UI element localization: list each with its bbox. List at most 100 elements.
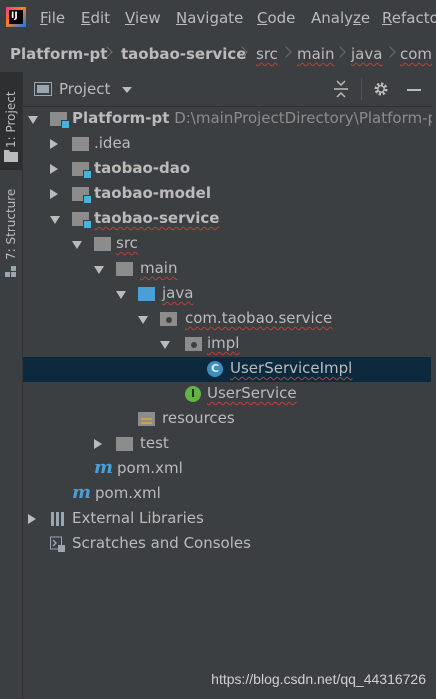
tab-project[interactable]: 1: Project (0, 72, 22, 170)
tree-label-scratches: Scratches and Consoles (72, 534, 251, 552)
module-badge-icon (83, 195, 92, 204)
menu-file[interactable]: File (40, 9, 65, 27)
tree-row-root-pom[interactable]: m pom.xml (23, 482, 431, 507)
tab-structure-label: 7: Structure (4, 188, 18, 260)
expand-arrow-down-icon[interactable] (138, 316, 148, 324)
breadcrumb-main[interactable]: main (297, 45, 334, 63)
tree-row-scratches[interactable]: Scratches and Consoles (23, 532, 431, 557)
tree-row-src[interactable]: src (23, 232, 431, 257)
chevron-down-icon[interactable] (122, 87, 132, 93)
package-dot-icon (191, 342, 197, 348)
menu-analyze[interactable]: Analyze (311, 9, 370, 27)
tree-row-model[interactable]: taobao-model (23, 182, 431, 207)
minimize-icon[interactable] (407, 89, 421, 91)
breadcrumb-module[interactable]: taobao-service (121, 45, 246, 63)
tree-row-impl[interactable]: impl (23, 332, 431, 357)
menu-bar: IJ File Edit View Navigate Code Analyze … (0, 0, 436, 36)
navigation-bar: Platform-pt taobao-service src main java… (0, 36, 436, 73)
chevron-right-icon (280, 46, 292, 58)
tree-label-service: taobao-service (94, 209, 220, 227)
tree-row-main[interactable]: main (23, 257, 431, 282)
expand-arrow-right-icon[interactable] (94, 439, 102, 449)
module-badge-icon (83, 220, 92, 229)
package-dot-icon (166, 317, 172, 323)
class-icon: C (207, 361, 223, 377)
expand-arrow-down-icon[interactable] (160, 341, 170, 349)
tree-label-dao: taobao-dao (94, 159, 191, 177)
maven-icon: m (94, 457, 114, 478)
library-icon (51, 512, 67, 526)
tree-label-user-service: UserService (207, 384, 297, 402)
breadcrumb-com[interactable]: com (400, 45, 432, 63)
tree-row-user-service[interactable]: I UserService (23, 382, 431, 407)
expand-arrow-down-icon[interactable] (72, 241, 82, 249)
intellij-logo-icon: IJ (6, 7, 26, 27)
menu-view[interactable]: View (125, 9, 161, 27)
expand-arrow-right-icon[interactable] (50, 189, 58, 199)
expand-arrow-right-icon[interactable] (28, 514, 36, 524)
tree-label-test: test (140, 434, 169, 452)
tree-row-service[interactable]: taobao-service (23, 207, 431, 232)
expand-arrow-down-icon[interactable] (116, 291, 126, 299)
chevron-right-icon (334, 46, 346, 58)
breadcrumb-src[interactable]: src (256, 45, 278, 63)
tree-label-main: main (140, 259, 178, 277)
tree-label-root-pom: pom.xml (95, 484, 161, 502)
interface-icon: I (185, 386, 201, 402)
menu-refactor[interactable]: Refactor (382, 9, 436, 27)
tree-row-root[interactable]: Platform-pt D:\mainProjectDirectory\Plat… (23, 107, 436, 132)
project-view-icon (34, 82, 52, 96)
source-root-folder-icon (138, 287, 155, 301)
tree-row-external-libraries[interactable]: External Libraries (23, 507, 431, 532)
tree-label-user-service-impl: UserServiceImpl (230, 359, 353, 377)
tab-project-label: 1: Project (4, 91, 18, 148)
tree-label-java: java (162, 284, 194, 302)
gear-icon[interactable] (373, 81, 389, 97)
tree-label-impl: impl (207, 334, 240, 352)
expand-arrow-down-icon[interactable] (94, 266, 104, 274)
menu-navigate[interactable]: Navigate (176, 9, 243, 27)
tree-label-service-pom: pom.xml (117, 459, 183, 477)
root-project-path: D:\mainProjectDirectory\Platform-pt (174, 109, 436, 127)
expand-arrow-right-icon[interactable] (50, 139, 58, 149)
expand-arrow-right-icon[interactable] (50, 164, 58, 174)
resources-bars-icon (141, 418, 152, 424)
menu-edit[interactable]: Edit (81, 9, 110, 27)
scratches-icon (50, 536, 65, 552)
tree-label-idea: .idea (94, 134, 131, 152)
tree-row-test[interactable]: test (23, 432, 431, 457)
tab-structure[interactable]: 7: Structure (0, 180, 22, 282)
root-project-name: Platform-pt (72, 109, 170, 127)
tree-label-package: com.taobao.service (185, 309, 333, 327)
expand-arrow-down-icon[interactable] (28, 116, 38, 124)
maven-icon: m (72, 482, 92, 503)
tree-label: Platform-pt D:\mainProjectDirectory\Plat… (72, 109, 436, 127)
expand-arrow-down-icon[interactable] (50, 216, 60, 224)
folder-icon (116, 262, 133, 276)
module-badge-icon (61, 120, 70, 129)
folder-icon (72, 137, 89, 151)
tree-row-java[interactable]: java (23, 282, 431, 307)
view-selector-label[interactable]: Project (59, 80, 110, 98)
collapse-all-icon[interactable] (333, 80, 349, 98)
tree-row-dao[interactable]: taobao-dao (23, 157, 431, 182)
chevron-right-icon (384, 46, 396, 58)
folder-icon (94, 237, 111, 251)
module-badge-icon (83, 170, 92, 179)
tree-row-user-service-impl[interactable]: C UserServiceImpl (23, 357, 431, 382)
project-tree[interactable]: Platform-pt D:\mainProjectDirectory\Plat… (23, 107, 436, 699)
breadcrumb-java[interactable]: java (351, 45, 382, 63)
vertical-scrollbar[interactable] (432, 72, 436, 699)
tree-row-package[interactable]: com.taobao.service (23, 307, 431, 332)
project-panel-header: Project (23, 72, 436, 107)
tree-row-idea[interactable]: .idea (23, 132, 431, 157)
menu-code[interactable]: Code (257, 9, 295, 27)
tree-label-resources: resources (162, 409, 235, 427)
breadcrumb-project[interactable]: Platform-pt (10, 45, 107, 63)
toolbar-divider (361, 78, 362, 100)
tree-row-resources[interactable]: resources (23, 407, 431, 432)
structure-icon (5, 266, 16, 277)
folder-icon (4, 150, 18, 162)
tree-row-service-pom[interactable]: m pom.xml (23, 457, 431, 482)
tree-label-src: src (116, 234, 138, 252)
